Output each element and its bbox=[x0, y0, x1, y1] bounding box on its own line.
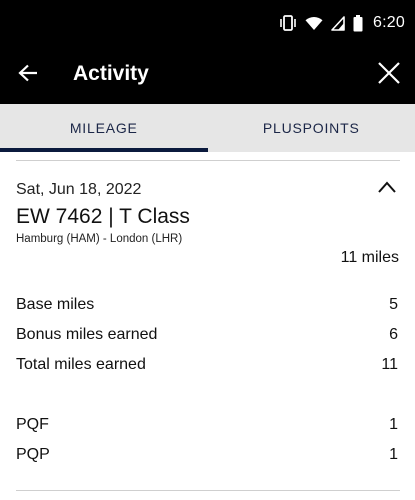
chevron-up-icon bbox=[376, 181, 398, 199]
detail-label: Bonus miles earned bbox=[16, 326, 158, 343]
collapse-button[interactable] bbox=[376, 179, 398, 195]
detail-row-pqf: PQF 1 bbox=[16, 416, 400, 436]
detail-value: 1 bbox=[389, 446, 398, 463]
battery-icon bbox=[353, 14, 363, 32]
detail-row-pqp: PQP 1 bbox=[16, 446, 400, 466]
detail-label: Base miles bbox=[16, 296, 95, 313]
close-icon bbox=[377, 61, 401, 90]
detail-label: PQP bbox=[16, 446, 50, 463]
tab-label: PLUSPOINTS bbox=[262, 120, 360, 136]
detail-value: 6 bbox=[389, 326, 398, 343]
divider bbox=[16, 160, 400, 161]
total-miles: 11 miles bbox=[340, 249, 399, 266]
vibrate-icon bbox=[279, 15, 297, 31]
detail-row-bonus-miles: Bonus miles earned 6 bbox=[16, 326, 400, 346]
detail-row-total-miles: Total miles earned 11 bbox=[16, 356, 400, 376]
activity-date: Sat, Jun 18, 2022 bbox=[16, 181, 142, 198]
detail-value: 1 bbox=[389, 416, 398, 433]
tab-bar: MILEAGE PLUSPOINTS bbox=[0, 104, 415, 152]
detail-row-base-miles: Base miles 5 bbox=[16, 296, 400, 316]
detail-value: 5 bbox=[389, 296, 398, 313]
page-title: Activity bbox=[73, 62, 149, 85]
status-icons: 6:20 bbox=[279, 12, 405, 34]
wifi-icon bbox=[305, 16, 323, 31]
status-bar: 6:20 bbox=[0, 0, 415, 46]
cell-signal-icon bbox=[331, 15, 345, 31]
arrow-left-icon bbox=[18, 64, 38, 87]
detail-label: PQF bbox=[16, 416, 49, 433]
flight-number: EW 7462 | T Class bbox=[16, 205, 190, 228]
app-bar: Activity bbox=[0, 46, 415, 104]
clock: 6:20 bbox=[373, 14, 405, 31]
back-button[interactable] bbox=[14, 61, 42, 89]
flight-route: Hamburg (HAM) - London (LHR) bbox=[16, 233, 183, 245]
active-tab-indicator bbox=[0, 148, 208, 152]
detail-label: Total miles earned bbox=[16, 356, 146, 373]
tab-pluspoints[interactable]: PLUSPOINTS bbox=[208, 104, 415, 152]
tab-mileage[interactable]: MILEAGE bbox=[0, 104, 208, 152]
tab-label: MILEAGE bbox=[69, 120, 138, 136]
divider bbox=[16, 490, 400, 491]
close-button[interactable] bbox=[375, 61, 403, 89]
detail-value: 11 bbox=[381, 356, 398, 373]
